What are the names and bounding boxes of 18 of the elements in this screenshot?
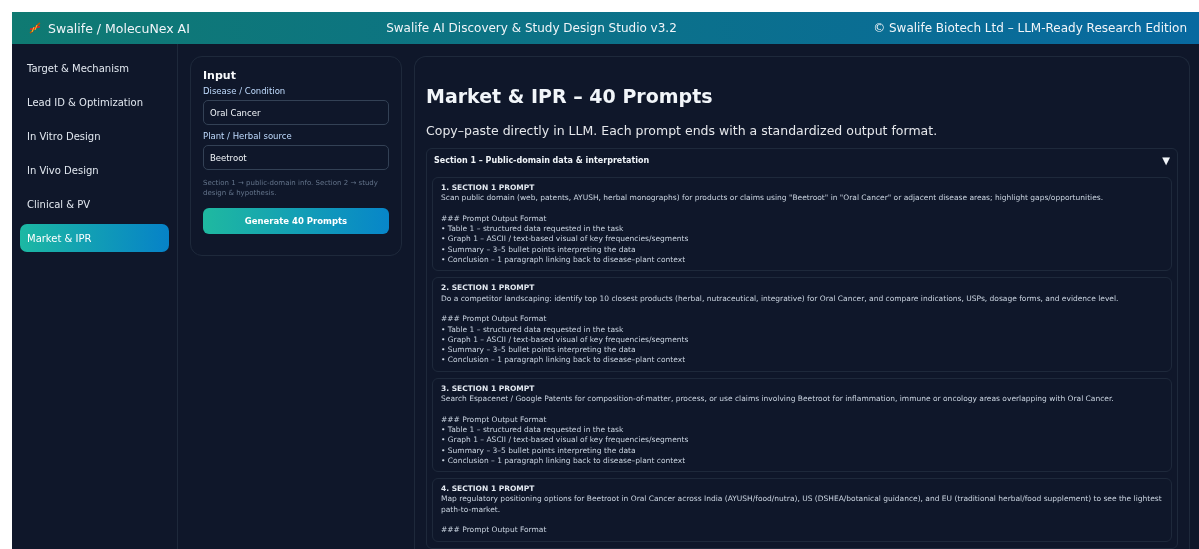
panel-title: Input — [203, 69, 237, 82]
subtitle: Copy–paste directly in LLM. Each prompt ends with a standardized output format. — [426, 123, 939, 138]
sidebar-item[interactable]: Lead ID & Optimization — [20, 88, 169, 116]
sidebar-item[interactable]: In Vivo Design — [20, 156, 169, 184]
brand-name: Swalife / MolecuNex AI — [48, 20, 190, 36]
sidebar-item[interactable]: Target & Mechanism — [20, 54, 169, 82]
sidebar-item[interactable]: In Vitro Design — [20, 122, 169, 150]
field-label: Disease / Condition — [203, 86, 287, 96]
input-field[interactable]: Beetroot — [203, 145, 389, 170]
section-title[interactable]: Section 1 – Public-domain data & interpretation — [434, 155, 650, 165]
toggle-icon[interactable]: ▼ — [1162, 154, 1170, 166]
edition-text: © Swalife Biotech Ltd – LLM-Ready Research Edition — [873, 21, 1187, 35]
field-label: Plant / Herbal source — [203, 131, 293, 141]
app-title: Swalife AI Discovery & Study Design Studio v3.2 — [386, 21, 677, 35]
dna-icon — [28, 21, 42, 35]
sidebar-item[interactable]: Clinical & PV — [20, 190, 169, 218]
page-title: Market & IPR – 40 Prompts — [426, 85, 714, 107]
input-field[interactable]: Oral Cancer — [203, 100, 389, 125]
